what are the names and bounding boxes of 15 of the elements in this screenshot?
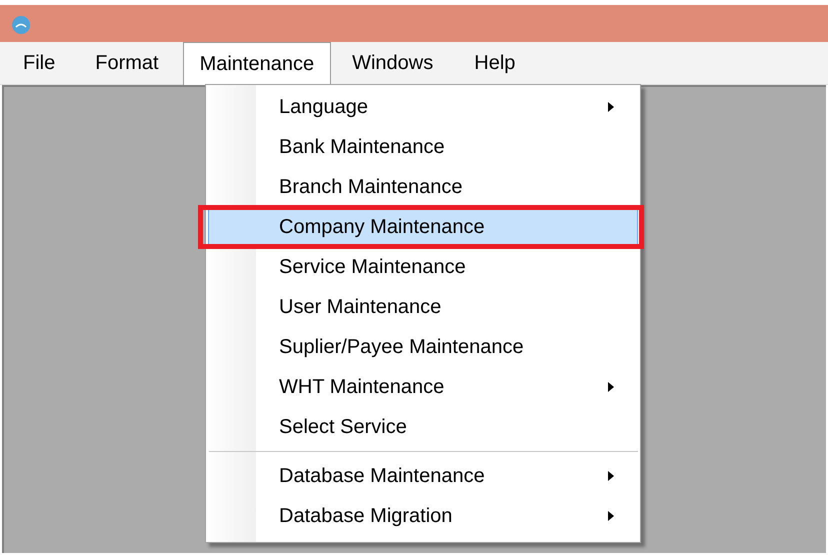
dropdown-item[interactable]: WHT Maintenance (208, 367, 638, 407)
menu-item[interactable]: File (22, 41, 56, 85)
dropdown-item[interactable]: Service Maintenance (208, 247, 638, 287)
dropdown-item[interactable]: Select Service (208, 407, 638, 447)
dropdown-item[interactable]: Language (208, 87, 638, 127)
dropdown-item[interactable]: Suplier/Payee Maintenance (208, 327, 638, 367)
dropdown-item[interactable]: Database Maintenance (208, 456, 638, 496)
menu-item[interactable]: Maintenance (182, 42, 332, 86)
menu-item[interactable]: Format (94, 41, 160, 85)
menu-item[interactable]: Help (473, 41, 516, 85)
dropdown-item[interactable]: User Maintenance (208, 287, 638, 327)
dropdown-item[interactable]: Bank Maintenance (208, 127, 638, 167)
dropdown-item[interactable]: Branch Maintenance (208, 167, 638, 207)
dropdown-item[interactable]: Database Migration (208, 496, 638, 536)
menu-item[interactable]: Windows (351, 41, 434, 85)
